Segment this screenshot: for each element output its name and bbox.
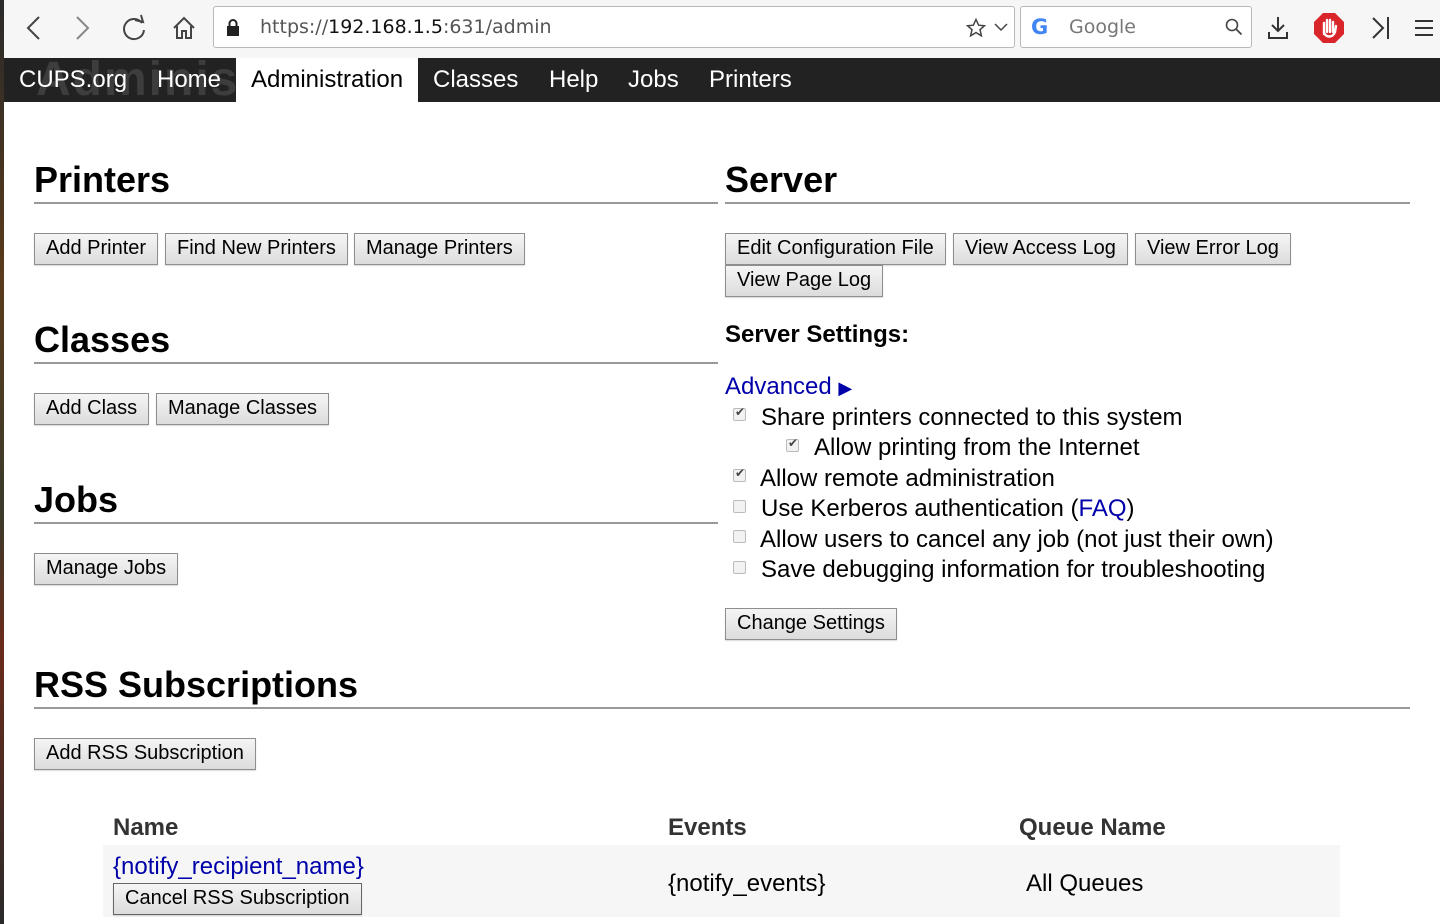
nav-item-help[interactable]: Help [534, 58, 613, 102]
browser-toolbar: https://192.168.1.5:631/admin G Google [4, 0, 1440, 58]
chevron-right-bar-icon [1372, 17, 1389, 39]
allow-internet-printing-checkbox[interactable] [786, 436, 799, 452]
nav-item-jobs[interactable]: Jobs [613, 58, 694, 102]
add-printer-button[interactable]: Add Printer [34, 233, 159, 265]
debug-logging-label: Save debugging information for troublesh… [761, 556, 1266, 583]
jobs-heading: Jobs [34, 480, 718, 524]
classes-heading: Classes [34, 320, 718, 364]
share-printers-checkbox[interactable] [733, 405, 746, 421]
view-error-log-button[interactable]: View Error Log [1135, 233, 1291, 265]
remote-admin-label: Allow remote administration [760, 465, 1055, 492]
search-icon[interactable] [1225, 18, 1243, 36]
subscription-events: {notify_events} [668, 870, 826, 897]
nav-item-printers[interactable]: Printers [694, 58, 807, 102]
downloads-button[interactable] [1258, 8, 1298, 48]
kerberos-label: Use Kerberos authentication (FAQ) [761, 494, 1135, 524]
desktop-edge [0, 0, 4, 924]
forward-icon [76, 16, 90, 40]
manage-printers-button[interactable]: Manage Printers [354, 233, 525, 265]
view-access-log-button[interactable]: View Access Log [953, 233, 1128, 265]
advanced-toggle[interactable]: Advanced ▶ [725, 372, 852, 403]
nav-item-classes[interactable]: Classes [418, 58, 533, 102]
google-icon: G [1031, 15, 1049, 39]
change-settings-button[interactable]: Change Settings [725, 608, 897, 640]
rss-subscriptions-heading: RSS Subscriptions [34, 665, 1410, 709]
add-class-button[interactable]: Add Class [34, 393, 150, 425]
url-scheme: https:// [260, 16, 329, 38]
home-button[interactable] [164, 8, 204, 48]
view-page-log-button[interactable]: View Page Log [725, 265, 884, 297]
url-host: 192.168.1.5 [328, 16, 443, 38]
subscription-name-text[interactable]: {notify_recipient_name} [113, 853, 364, 880]
hamburger-menu-icon [1415, 20, 1433, 36]
back-icon [26, 16, 40, 40]
subscription-queue: All Queues [1026, 870, 1144, 897]
manage-jobs-button[interactable]: Manage Jobs [34, 553, 179, 585]
sidebar-toggle-button[interactable] [1361, 8, 1401, 48]
url-path: :631/admin [442, 16, 552, 38]
adblock-button[interactable] [1309, 8, 1349, 48]
kerberos-label-text: Use Kerberos authentication ( [761, 495, 1079, 522]
lock-icon [227, 19, 239, 36]
cancel-any-job-checkbox[interactable] [733, 530, 746, 543]
column-header-events: Events [668, 814, 747, 841]
forward-button[interactable] [62, 8, 102, 48]
back-button[interactable] [14, 8, 54, 48]
cups-nav-bar: Administration CUPS.org Home Administrat… [4, 58, 1440, 102]
url-bar[interactable]: https://192.168.1.5:631/admin [213, 6, 1015, 48]
allow-internet-printing-label: Allow printing from the Internet [814, 434, 1140, 461]
add-rss-subscription-button[interactable]: Add RSS Subscription [34, 738, 256, 770]
stop-hand-icon [1314, 13, 1344, 43]
search-input[interactable]: Google [1069, 7, 1136, 47]
download-icon [1268, 17, 1288, 39]
server-settings-heading: Server Settings: [725, 321, 910, 348]
nav-item-cups-org[interactable]: CUPS.org [4, 58, 142, 102]
cancel-rss-subscription-button[interactable]: Cancel RSS Subscription [113, 883, 362, 915]
nav-item-home[interactable]: Home [142, 58, 236, 102]
kerberos-label-suffix: ) [1126, 495, 1135, 522]
rss-table-header: Name Events Queue Name [103, 812, 1340, 846]
table-row: {notify_recipient_name} Cancel RSS Subsc… [103, 845, 1340, 917]
kerberos-checkbox[interactable] [733, 500, 746, 513]
column-header-name: Name [113, 814, 179, 841]
remote-admin-checkbox[interactable] [733, 466, 746, 482]
share-printers-label: Share printers connected to this system [761, 404, 1183, 431]
reload-icon [123, 14, 145, 41]
edit-configuration-file-button[interactable]: Edit Configuration File [725, 233, 946, 265]
faq-link[interactable]: FAQ [1079, 495, 1127, 522]
find-new-printers-button[interactable]: Find New Printers [165, 233, 348, 265]
reload-button[interactable] [114, 8, 154, 48]
manage-classes-button[interactable]: Manage Classes [156, 393, 329, 425]
triangle-right-icon: ▶ [838, 378, 853, 398]
column-header-queue-name: Queue Name [1019, 814, 1166, 841]
server-heading: Server [725, 160, 1410, 204]
home-icon [173, 16, 195, 39]
subscription-name-link[interactable]: {notify_recipient_name} [113, 852, 364, 882]
menu-button[interactable] [1409, 8, 1439, 48]
url-text[interactable]: https://192.168.1.5:631/admin [260, 7, 552, 47]
printers-heading: Printers [34, 160, 718, 204]
debug-logging-checkbox[interactable] [733, 561, 746, 574]
search-bar[interactable]: G Google [1020, 6, 1252, 48]
nav-item-administration[interactable]: Administration [236, 58, 418, 102]
advanced-link[interactable]: Advanced [725, 373, 832, 400]
bookmark-star-icon[interactable] [966, 18, 986, 38]
cancel-any-job-label: Allow users to cancel any job (not just … [760, 526, 1274, 553]
chevron-down-icon[interactable] [994, 22, 1008, 32]
